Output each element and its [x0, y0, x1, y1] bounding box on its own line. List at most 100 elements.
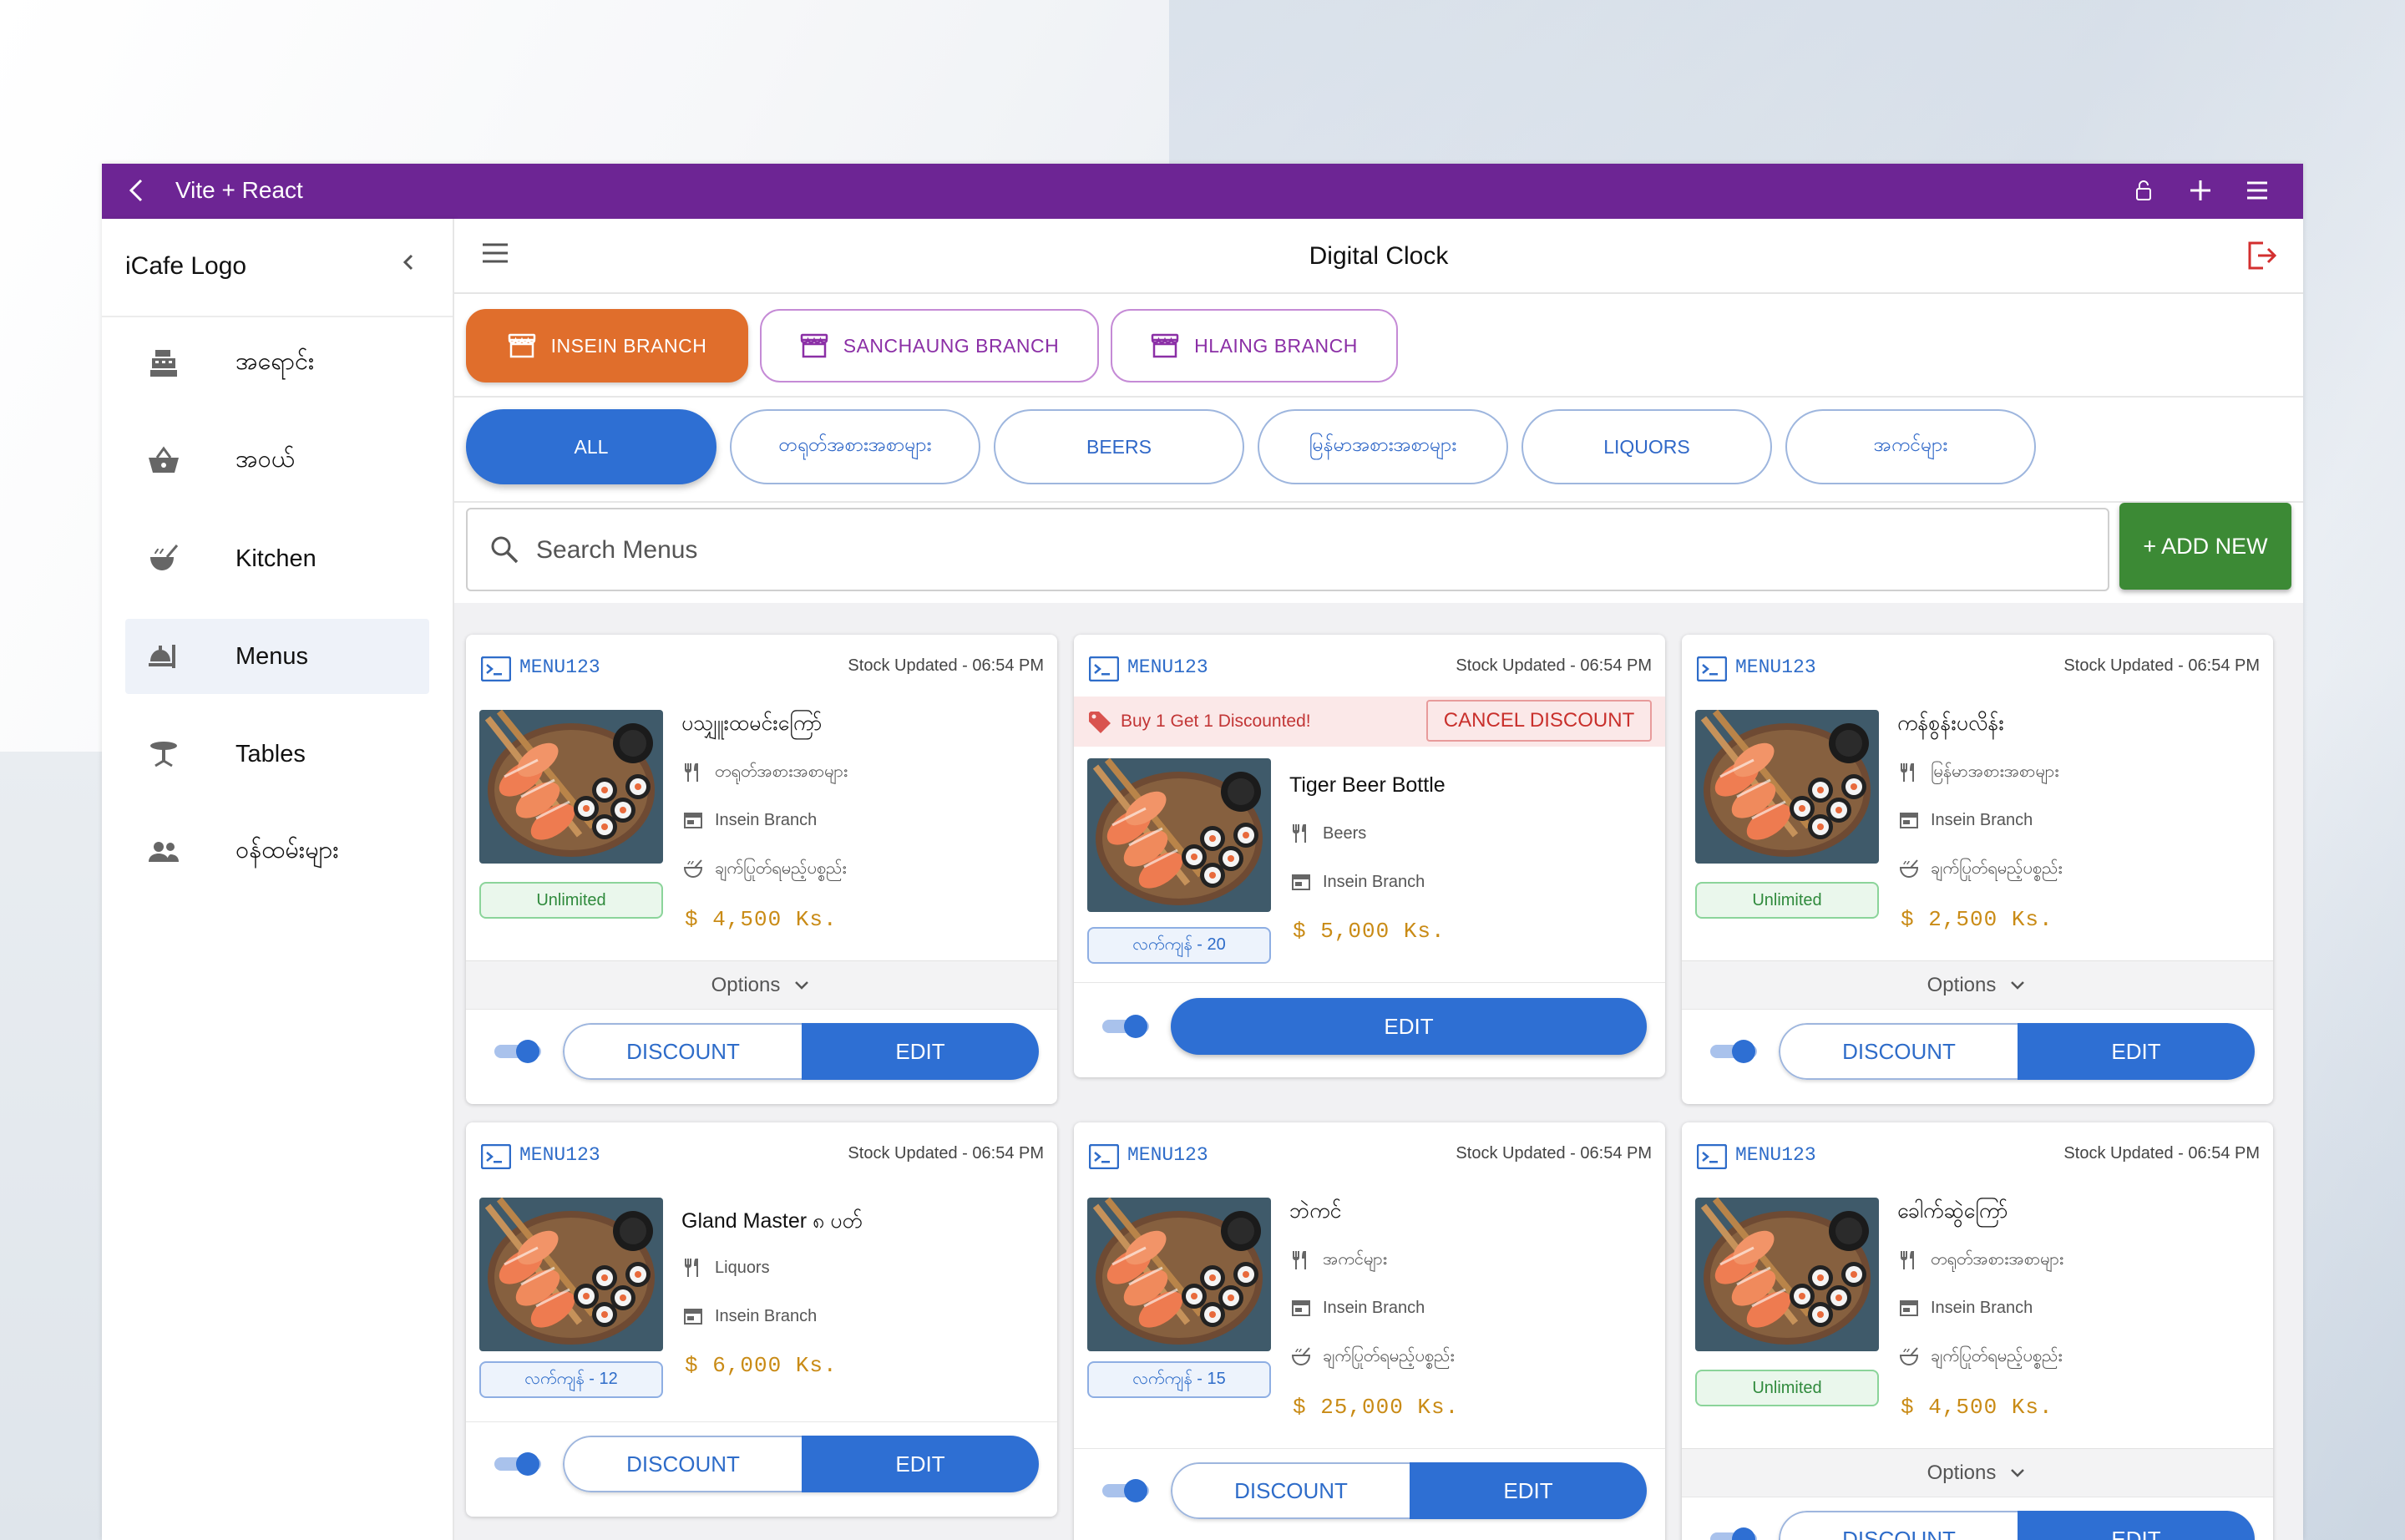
menu-name: Gland Master ၈ ပတ်: [681, 1209, 863, 1233]
store-icon: [1151, 333, 1179, 358]
sidebar-item-kitchen[interactable]: Kitchen: [125, 521, 429, 596]
edit-button[interactable]: EDIT: [2018, 1511, 2255, 1540]
stock-badge: Unlimited: [479, 882, 663, 919]
logout-icon[interactable]: [2245, 239, 2278, 272]
category-filter: ALL တရုတ်အစားအစာများ BEERS မြန်မာအစားအစာ…: [454, 398, 2303, 503]
kitchen-icon: [1897, 858, 1921, 881]
app-window: Vite + React iCafe Logo အရောင်း အဝယ် Kit…: [102, 164, 2303, 1540]
menu-price: $ 2,500 Ks.: [1901, 907, 2053, 932]
search-input[interactable]: [534, 531, 2041, 570]
cancel-discount-button[interactable]: CANCEL DISCOUNT: [1426, 700, 1652, 742]
add-new-button[interactable]: + ADD NEW: [2119, 503, 2291, 590]
plus-icon[interactable]: [2188, 175, 2213, 205]
menu-category: Liquors: [715, 1258, 770, 1277]
lock-icon[interactable]: [2131, 175, 2156, 205]
sidebar-item-tables[interactable]: Tables: [125, 717, 429, 792]
basket-icon: [147, 446, 180, 476]
availability-toggle[interactable]: [1710, 1040, 1757, 1063]
category-grills[interactable]: အကင်များ: [1785, 409, 2036, 484]
fork-icon: [1289, 1249, 1313, 1272]
sidebar-item-label: အဝယ်: [235, 445, 296, 473]
menu-price: $ 4,500 Ks.: [1901, 1395, 2053, 1420]
kitchen-icon: [1897, 1345, 1921, 1369]
category-chinese-food[interactable]: တရုတ်အစားအစာများ: [730, 409, 980, 484]
back-icon[interactable]: [127, 175, 147, 210]
kitchen-icon: [1289, 1345, 1313, 1369]
category-all[interactable]: ALL: [466, 409, 716, 484]
search-box: [466, 508, 2109, 591]
sidebar-item-staff[interactable]: ဝန်ထမ်းများ: [125, 814, 429, 889]
menu-branch: Insein Branch: [1323, 872, 1425, 891]
category-beers[interactable]: BEERS: [994, 409, 1244, 484]
discount-button[interactable]: DISCOUNT: [1779, 1023, 2018, 1080]
menu-price: $ 5,000 Ks.: [1293, 919, 1446, 944]
menu-name: ပသျှူးထမင်းကြော်: [681, 712, 823, 735]
terminal-icon: [481, 656, 511, 681]
stock-updated: Stock Updated - 06:54 PM: [2063, 656, 2260, 675]
edit-button[interactable]: EDIT: [802, 1436, 1039, 1492]
edit-button[interactable]: EDIT: [1410, 1462, 1647, 1519]
stock-badge: Unlimited: [1695, 882, 1879, 919]
availability-toggle[interactable]: [494, 1452, 541, 1476]
collapse-sidebar-icon[interactable]: [399, 247, 418, 285]
menu-card: MENU123 Stock Updated - 06:54 PM ဘဲကင် အ…: [1074, 1122, 1665, 1540]
search-row: + ADD NEW: [454, 503, 2303, 603]
menu-image: [1087, 1198, 1271, 1351]
chevron-down-icon: [2008, 975, 2028, 995]
menu-category: မြန်မာအစားအစာများ: [1931, 762, 2059, 781]
availability-toggle[interactable]: [1102, 1015, 1149, 1038]
promo-banner: Buy 1 Get 1 Discounted! CANCEL DISCOUNT: [1074, 697, 1665, 747]
menu-branch: Insein Branch: [715, 810, 818, 829]
sidebar-item-sales[interactable]: အရောင်း: [125, 326, 429, 401]
discount-button[interactable]: DISCOUNT: [1779, 1511, 2018, 1540]
store-icon: [1289, 870, 1313, 894]
category-myanmar-food[interactable]: မြန်မာအစားအစာများ: [1258, 409, 1508, 484]
discount-button[interactable]: DISCOUNT: [563, 1436, 802, 1492]
branch-label: INSEIN BRANCH: [550, 334, 707, 357]
menu-icon[interactable]: [2245, 175, 2270, 205]
availability-toggle[interactable]: [494, 1040, 541, 1063]
options-toggle[interactable]: Options: [466, 960, 1057, 1010]
menu-price: $ 6,000 Ks.: [685, 1353, 838, 1378]
sidebar-item-purchase[interactable]: အဝယ်: [125, 423, 429, 499]
terminal-icon: [1089, 656, 1119, 681]
menu-price: $ 4,500 Ks.: [685, 907, 838, 932]
menu-card: MENU123 Stock Updated - 06:54 PM ခေါက်ဆွ…: [1682, 1122, 2273, 1540]
stock-updated: Stock Updated - 06:54 PM: [848, 1144, 1044, 1163]
options-toggle[interactable]: Options: [1682, 960, 2273, 1010]
options-toggle[interactable]: Options: [1682, 1448, 2273, 1497]
branch-label: HLAING BRANCH: [1194, 334, 1358, 357]
window-title: Vite + React: [175, 177, 303, 203]
sidebar-item-label: Kitchen: [235, 545, 316, 572]
fork-icon: [681, 761, 705, 784]
tag-icon: [1089, 712, 1111, 733]
discount-button[interactable]: DISCOUNT: [1171, 1462, 1410, 1519]
main-content: Digital Clock INSEIN BRANCH SANCHAUNG BR…: [454, 219, 2303, 1540]
sidebar-item-menus[interactable]: Menus: [125, 619, 429, 694]
availability-toggle[interactable]: [1102, 1479, 1149, 1502]
branch-button-sanchaung[interactable]: SANCHAUNG BRANCH: [760, 309, 1099, 382]
branch-button-hlaing[interactable]: HLAING BRANCH: [1111, 309, 1398, 382]
edit-button[interactable]: EDIT: [1171, 998, 1647, 1055]
menu-branch: Insein Branch: [1323, 1298, 1425, 1317]
stock-badge: လက်ကျန် - 15: [1087, 1361, 1271, 1398]
availability-toggle[interactable]: [1710, 1527, 1757, 1540]
app-logo: iCafe Logo: [125, 252, 247, 280]
menu-id: MENU123: [1127, 656, 1208, 678]
menu-kitchen: ချက်ပြုတ်ရမည့်ပစ္စည်း: [1323, 1347, 1455, 1365]
discount-button[interactable]: DISCOUNT: [563, 1023, 802, 1080]
menu-image: [1695, 1198, 1879, 1351]
options-label: Options: [1927, 974, 1997, 996]
edit-button[interactable]: EDIT: [2018, 1023, 2255, 1080]
options-label: Options: [711, 974, 781, 996]
branch-button-insein[interactable]: INSEIN BRANCH: [466, 309, 748, 382]
chevron-down-icon: [792, 975, 812, 995]
branch-label: SANCHAUNG BRANCH: [843, 334, 1060, 357]
soup-kitchen-icon: [147, 544, 180, 574]
fork-icon: [1289, 822, 1313, 845]
edit-button[interactable]: EDIT: [802, 1023, 1039, 1080]
menu-image: [479, 1198, 663, 1351]
stock-updated: Stock Updated - 06:54 PM: [848, 656, 1044, 675]
category-liquors[interactable]: LIQUORS: [1521, 409, 1772, 484]
stock-updated: Stock Updated - 06:54 PM: [1456, 1144, 1652, 1163]
